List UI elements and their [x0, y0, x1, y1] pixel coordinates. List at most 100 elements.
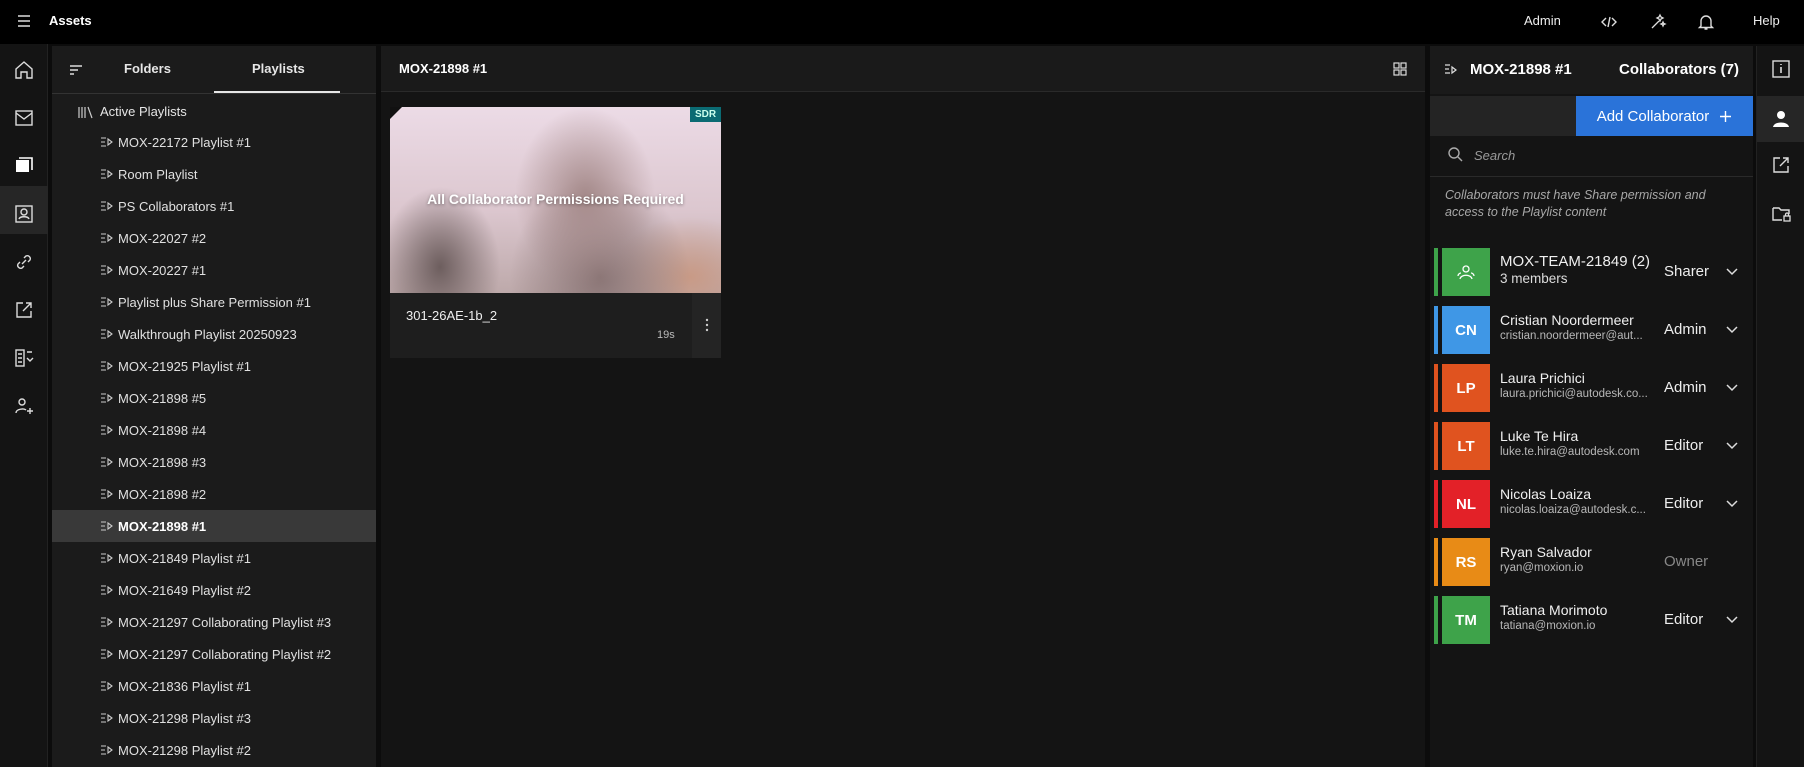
collaborator-row[interactable]: NL Nicolas Loaiza nicolas.loaiza@autodesk.…	[1434, 476, 1753, 534]
role-select[interactable]: Admin	[1664, 379, 1707, 396]
playlist-icon	[101, 681, 113, 691]
collaborator-name: MOX-TEAM-21849 (2)	[1500, 253, 1651, 270]
avatar-initials: RS	[1455, 553, 1477, 571]
playlist-item[interactable]: MOX-20227 #1	[52, 254, 376, 286]
review-icon[interactable]	[12, 346, 36, 370]
collaborator-row[interactable]: LP Laura Prichici laura.prichici@autodesk.…	[1434, 360, 1753, 418]
role-select[interactable]: Sharer	[1664, 263, 1709, 280]
playlist-item-label: MOX-21298 Playlist #3	[118, 710, 251, 726]
playlist-icon	[101, 169, 113, 179]
playlist-item[interactable]: MOX-22172 Playlist #1	[52, 126, 376, 158]
add-collaborator-label: Add Collaborator	[1596, 107, 1710, 125]
playlists-icon[interactable]	[12, 154, 36, 178]
role-select[interactable]: Admin	[1664, 321, 1707, 338]
select-corner[interactable]	[390, 107, 402, 119]
folder-lock-icon[interactable]	[1770, 202, 1792, 224]
playlist-item-label: MOX-21898 #2	[118, 486, 207, 502]
person-icon[interactable]	[1770, 108, 1792, 130]
right-rail	[1756, 46, 1804, 767]
role-select[interactable]: Editor	[1664, 611, 1703, 628]
active-playlists-label: Active Playlists	[100, 104, 187, 119]
chevron-down-icon[interactable]	[1725, 266, 1739, 276]
chevron-down-icon[interactable]	[1725, 382, 1739, 392]
collaborator-row[interactable]: CN Cristian Noordermeer cristian.noorderme…	[1434, 302, 1753, 360]
playlist-icon	[101, 585, 113, 595]
chevron-down-icon[interactable]	[1725, 440, 1739, 450]
tab-active-underline	[214, 91, 340, 93]
playlist-item[interactable]: Room Playlist	[52, 158, 376, 190]
playlist-item[interactable]: MOX-21297 Collaborating Playlist #3	[52, 606, 376, 638]
playlist-item[interactable]: MOX-21298 Playlist #3	[52, 702, 376, 734]
playlist-item[interactable]: MOX-21849 Playlist #1	[52, 542, 376, 574]
content-header: MOX-21898 #1	[381, 46, 1425, 92]
color-stripe	[1434, 538, 1438, 586]
collaborator-name: Ryan Salvador	[1500, 544, 1592, 560]
tab-folders[interactable]: Folders	[124, 61, 171, 76]
playlist-item[interactable]: MOX-21898 #5	[52, 382, 376, 414]
tab-playlists[interactable]: Playlists	[252, 61, 305, 76]
active-playlists-header[interactable]: Active Playlists	[78, 102, 187, 122]
color-stripe	[1434, 422, 1438, 470]
grid-view-icon[interactable]	[1393, 62, 1407, 76]
playlist-icon	[101, 457, 113, 467]
nav-rail	[0, 44, 48, 767]
color-stripe	[1434, 596, 1438, 644]
avatar: CN	[1442, 306, 1490, 354]
playlist-icon	[101, 329, 113, 339]
playlist-item[interactable]: MOX-21925 Playlist #1	[52, 350, 376, 382]
collaborator-row[interactable]: RS Ryan Salvador ryan@moxion.io Owner	[1434, 534, 1753, 592]
library-icon	[78, 106, 93, 119]
playlist-item-label: MOX-21836 Playlist #1	[118, 678, 251, 694]
home-icon[interactable]	[12, 58, 36, 82]
asset-name: 301-26AE-1b_2	[406, 308, 498, 323]
playlist-item[interactable]: MOX-21649 Playlist #2	[52, 574, 376, 606]
role-select[interactable]: Editor	[1664, 495, 1703, 512]
help-link[interactable]: Help	[1753, 13, 1780, 28]
playlist-item[interactable]: MOX-21297 Collaborating Playlist #2	[52, 638, 376, 670]
playlist-item[interactable]: MOX-21836 Playlist #1	[52, 670, 376, 702]
asset-thumbnail[interactable]: SDR All Collaborator Permissions Require…	[390, 107, 721, 293]
role-select: Owner	[1664, 553, 1709, 570]
playlist-item[interactable]: Walkthrough Playlist 20250923	[52, 318, 376, 350]
playlist-item-label: MOX-21297 Collaborating Playlist #2	[118, 646, 332, 662]
add-collaborator-button[interactable]: Add Collaborator	[1576, 96, 1753, 136]
link-icon[interactable]	[12, 250, 36, 274]
playlist-item[interactable]: MOX-21898 #2	[52, 478, 376, 510]
playlist-item[interactable]: PS Collaborators #1	[52, 190, 376, 222]
playlist-icon	[101, 265, 113, 275]
playlist-item[interactable]: MOX-21898 #4	[52, 414, 376, 446]
code-icon[interactable]	[1599, 12, 1619, 32]
asset-card[interactable]: SDR All Collaborator Permissions Require…	[390, 107, 721, 358]
playlist-item[interactable]: MOX-21898 #1	[52, 510, 376, 542]
collaborator-list: MOX-TEAM-21849 (2) 3 members Sharer CN Crist…	[1434, 244, 1753, 650]
playlist-item-label: MOX-21898 #1	[118, 518, 207, 534]
role-select[interactable]: Editor	[1664, 437, 1703, 454]
admin-link[interactable]: Admin	[1524, 13, 1561, 28]
bell-icon[interactable]	[1696, 12, 1716, 32]
playlist-item[interactable]: Playlist plus Share Permission #1	[52, 286, 376, 318]
playlist-item[interactable]: MOX-22027 #2	[52, 222, 376, 254]
collaborator-name: Nicolas Loaiza	[1500, 486, 1592, 502]
collaborator-row[interactable]: LT Luke Te Hira luke.te.hira@autodesk.com E…	[1434, 418, 1753, 476]
user-settings-icon[interactable]	[12, 394, 36, 418]
avatar-initials: CN	[1455, 321, 1477, 339]
collaborator-row[interactable]: TM Tatiana Morimoto tatiana@moxion.io Edito…	[1434, 592, 1753, 650]
contacts-icon[interactable]	[12, 202, 36, 226]
search-input[interactable]	[1474, 144, 1734, 166]
chevron-down-icon[interactable]	[1725, 498, 1739, 508]
share-icon[interactable]	[12, 298, 36, 322]
playlist-item[interactable]: MOX-21298 Playlist #2	[52, 734, 376, 766]
playlist-list: MOX-22172 Playlist #1 Room Playlist PS Col…	[52, 126, 376, 766]
menu-icon[interactable]	[15, 12, 33, 30]
info-icon[interactable]	[1770, 58, 1792, 80]
team-row[interactable]: MOX-TEAM-21849 (2) 3 members Sharer	[1434, 244, 1753, 302]
more-icon[interactable]	[703, 317, 711, 333]
chevron-down-icon[interactable]	[1725, 614, 1739, 624]
sort-icon[interactable]	[68, 62, 84, 78]
playlist-icon	[1445, 64, 1457, 75]
chevron-down-icon[interactable]	[1725, 324, 1739, 334]
sparkle-icon[interactable]	[1648, 12, 1668, 32]
playlist-item[interactable]: MOX-21898 #3	[52, 446, 376, 478]
inbox-icon[interactable]	[12, 106, 36, 130]
external-share-icon[interactable]	[1770, 154, 1792, 176]
